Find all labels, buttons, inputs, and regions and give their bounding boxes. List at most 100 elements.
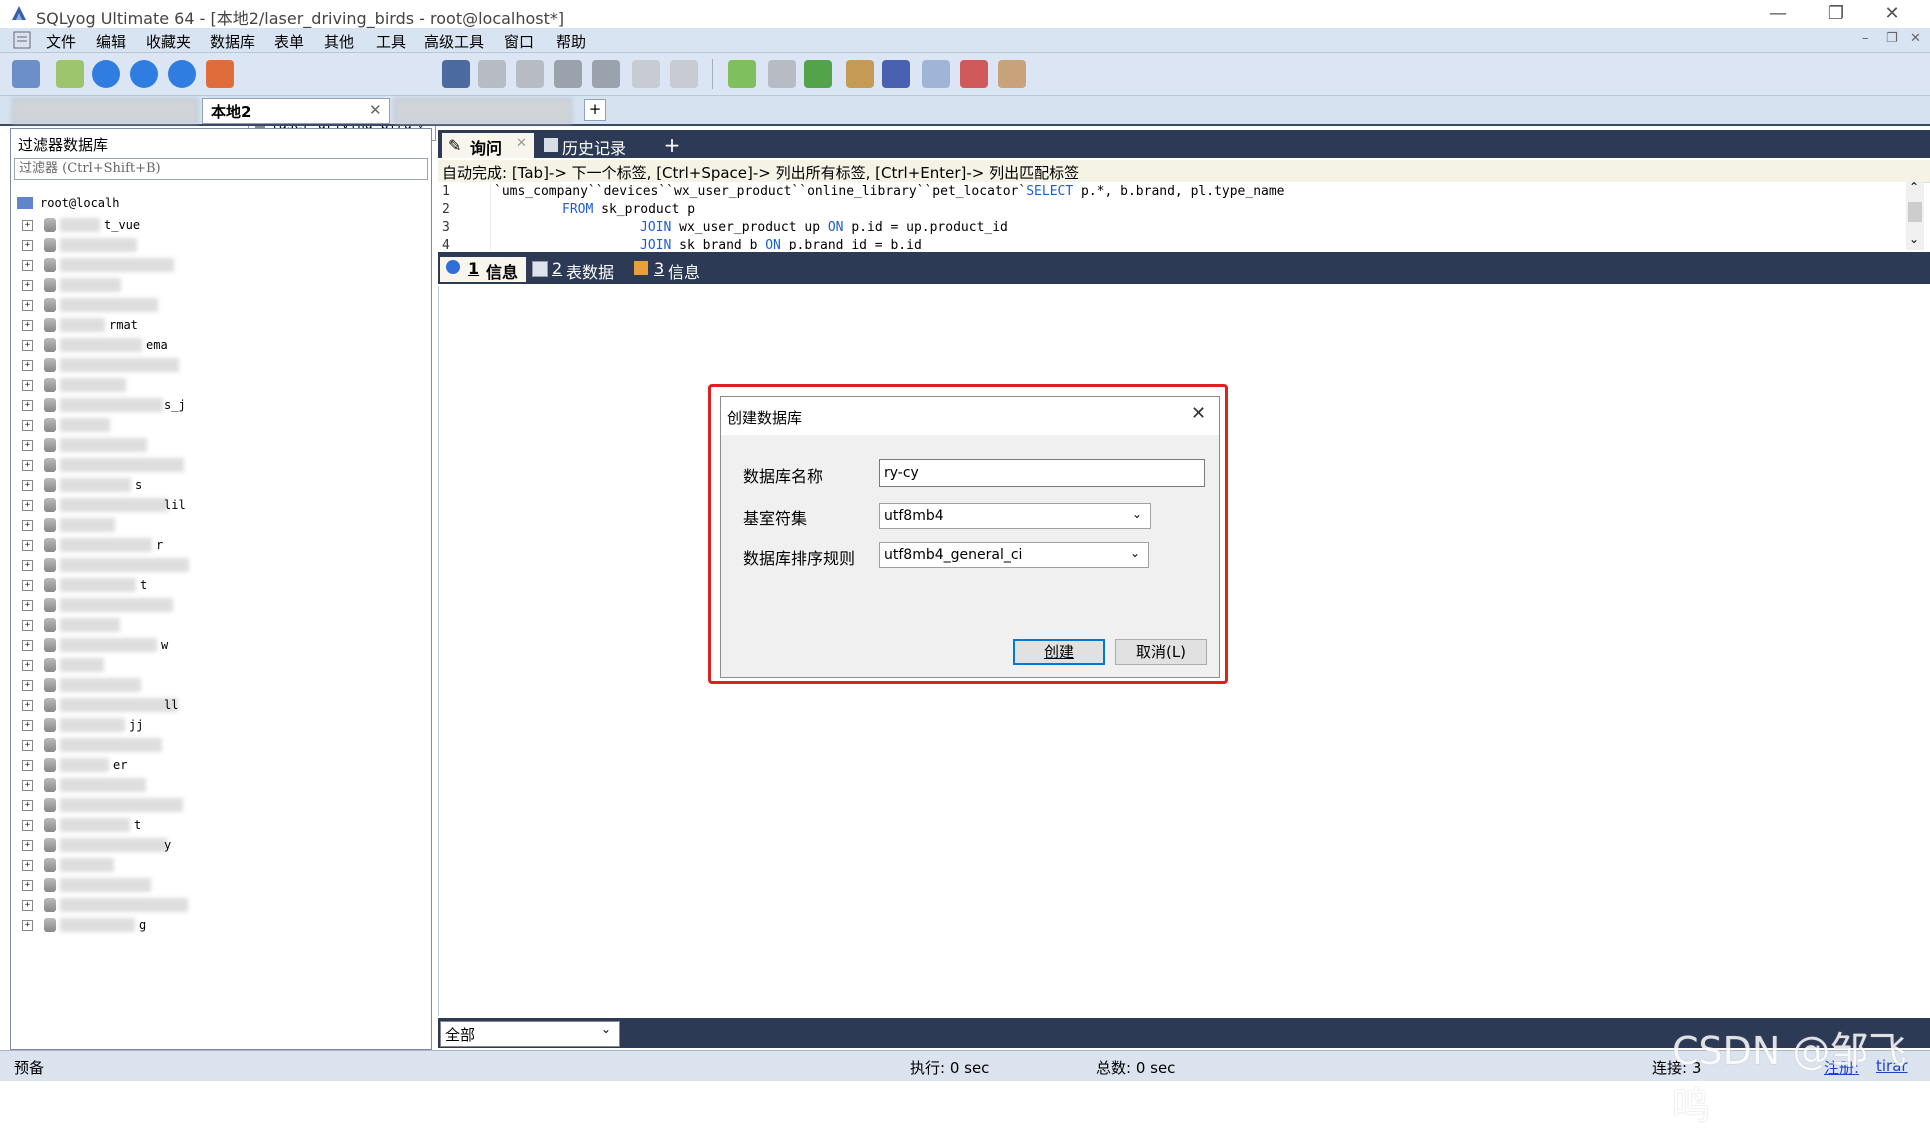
expand-icon[interactable]: + — [22, 540, 33, 551]
menu-favorites[interactable]: 收藏夹 — [146, 31, 191, 52]
menu-window[interactable]: 窗口 — [504, 31, 534, 52]
menu-help[interactable]: 帮助 — [556, 31, 586, 52]
stop-icon[interactable] — [206, 60, 234, 88]
expand-icon[interactable]: + — [22, 680, 33, 691]
scheduler-icon[interactable] — [882, 60, 910, 88]
tab-table-data[interactable]: 2 表数据 — [532, 257, 626, 282]
create-button[interactable]: 创建 — [1013, 639, 1105, 665]
tab-messages[interactable]: 1 信息 — [440, 257, 526, 282]
menu-other[interactable]: 其他 — [324, 31, 354, 52]
minimize-button[interactable]: — — [1756, 2, 1800, 26]
menu-file[interactable]: 文件 — [46, 31, 76, 52]
expand-icon[interactable]: + — [22, 840, 33, 851]
expand-icon[interactable]: + — [22, 800, 33, 811]
expand-icon[interactable]: + — [22, 780, 33, 791]
connection-tab-local2[interactable]: 本地2 ✕ — [202, 98, 390, 124]
result-filter-select[interactable]: 全部 ⌄ — [440, 1021, 620, 1047]
menu-edit[interactable]: 编辑 — [96, 31, 126, 52]
expand-icon[interactable]: + — [22, 660, 33, 671]
schema-icon[interactable] — [670, 60, 698, 88]
expand-icon[interactable]: + — [22, 380, 33, 391]
filter-input[interactable]: 过滤器 (Ctrl+Shift+B) — [14, 158, 428, 180]
expand-icon[interactable]: + — [22, 320, 33, 331]
cancel-button[interactable]: 取消(L) — [1115, 639, 1207, 665]
execute-all-icon[interactable] — [130, 60, 158, 88]
expand-icon[interactable]: + — [22, 700, 33, 711]
add-tab-icon[interactable]: + — [584, 99, 606, 121]
connection-tab-hidden[interactable] — [394, 98, 572, 124]
database-name-input[interactable]: ry-cy — [879, 459, 1205, 487]
info-icon — [446, 260, 460, 274]
expand-icon[interactable]: + — [22, 460, 33, 471]
query-builder-icon[interactable] — [922, 60, 950, 88]
expand-icon[interactable]: + — [22, 900, 33, 911]
expand-icon[interactable]: + — [22, 240, 33, 251]
expand-icon[interactable]: + — [22, 400, 33, 411]
expand-icon[interactable]: + — [22, 520, 33, 531]
mdi-close-button[interactable]: ✕ — [1910, 31, 1921, 46]
line-number: 2 — [442, 202, 450, 217]
expand-icon[interactable]: + — [22, 820, 33, 831]
sync-icon[interactable] — [728, 60, 756, 88]
expand-icon[interactable]: + — [22, 500, 33, 511]
tab-info[interactable]: 3 信息 — [634, 257, 714, 282]
expand-icon[interactable]: + — [22, 600, 33, 611]
backup-icon[interactable] — [478, 60, 506, 88]
collation-select[interactable]: utf8mb4_general_ci ⌄ — [879, 542, 1149, 568]
expand-icon[interactable]: + — [22, 880, 33, 891]
user-manager-icon[interactable] — [442, 60, 470, 88]
tab-history[interactable]: 历史记录 — [536, 133, 656, 158]
close-icon[interactable]: ✕ — [516, 136, 527, 151]
scroll-up-icon[interactable]: ⌃ — [1909, 180, 1919, 194]
charset-select[interactable]: utf8mb4 ⌄ — [879, 503, 1151, 529]
expand-icon[interactable]: + — [22, 580, 33, 591]
execute-query-icon[interactable] — [92, 60, 120, 88]
copy-db-icon[interactable] — [768, 60, 796, 88]
close-window-button[interactable]: ✕ — [1870, 2, 1914, 26]
scroll-thumb[interactable] — [1908, 202, 1922, 222]
expand-icon[interactable]: + — [22, 280, 33, 291]
menu-tools[interactable]: 工具 — [376, 31, 406, 52]
mdi-minimize-button[interactable]: – — [1862, 31, 1869, 46]
migration-icon[interactable] — [846, 60, 874, 88]
editor-scrollbar[interactable]: ⌃ ⌄ — [1906, 180, 1924, 250]
expand-icon[interactable]: + — [22, 260, 33, 271]
expand-icon[interactable]: + — [22, 860, 33, 871]
menu-advanced-tools[interactable]: 高级工具 — [424, 31, 484, 52]
expand-icon[interactable]: + — [22, 560, 33, 571]
expand-icon[interactable]: + — [22, 640, 33, 651]
menu-database[interactable]: 数据库 — [210, 31, 255, 52]
expand-icon[interactable]: + — [22, 220, 33, 231]
connection-tab-hidden[interactable] — [12, 98, 198, 124]
dialog-close-button[interactable]: ✕ — [1191, 403, 1206, 424]
close-icon[interactable]: ✕ — [369, 101, 382, 119]
restore-button[interactable]: ❐ — [1814, 2, 1858, 26]
expand-icon[interactable]: + — [22, 740, 33, 751]
table-icon[interactable] — [632, 60, 660, 88]
compare-icon[interactable] — [804, 60, 832, 88]
menu-table[interactable]: 表单 — [274, 31, 304, 52]
new-query-icon[interactable] — [56, 60, 84, 88]
tab-query[interactable]: ✎ 询问 ✕ — [442, 133, 534, 158]
scroll-down-icon[interactable]: ⌄ — [1909, 232, 1919, 246]
add-tab-icon[interactable]: + — [658, 133, 686, 158]
expand-icon[interactable]: + — [22, 340, 33, 351]
export-icon[interactable] — [592, 60, 620, 88]
designer-icon[interactable] — [998, 60, 1026, 88]
new-connection-icon[interactable] — [12, 60, 40, 88]
sql-editor[interactable]: 1 2 3 4 `ums_company``devices``wx_user_p… — [438, 182, 1906, 250]
expand-icon[interactable]: + — [22, 480, 33, 491]
expand-icon[interactable]: + — [22, 300, 33, 311]
expand-icon[interactable]: + — [22, 440, 33, 451]
expand-icon[interactable]: + — [22, 920, 33, 931]
report-icon[interactable] — [960, 60, 988, 88]
expand-icon[interactable]: + — [22, 360, 33, 371]
mdi-restore-button[interactable]: ❐ — [1886, 31, 1898, 46]
import-icon[interactable] — [554, 60, 582, 88]
expand-icon[interactable]: + — [22, 620, 33, 631]
expand-icon[interactable]: + — [22, 420, 33, 431]
restore-icon[interactable] — [516, 60, 544, 88]
refresh-icon[interactable] — [168, 60, 196, 88]
expand-icon[interactable]: + — [22, 720, 33, 731]
expand-icon[interactable]: + — [22, 760, 33, 771]
